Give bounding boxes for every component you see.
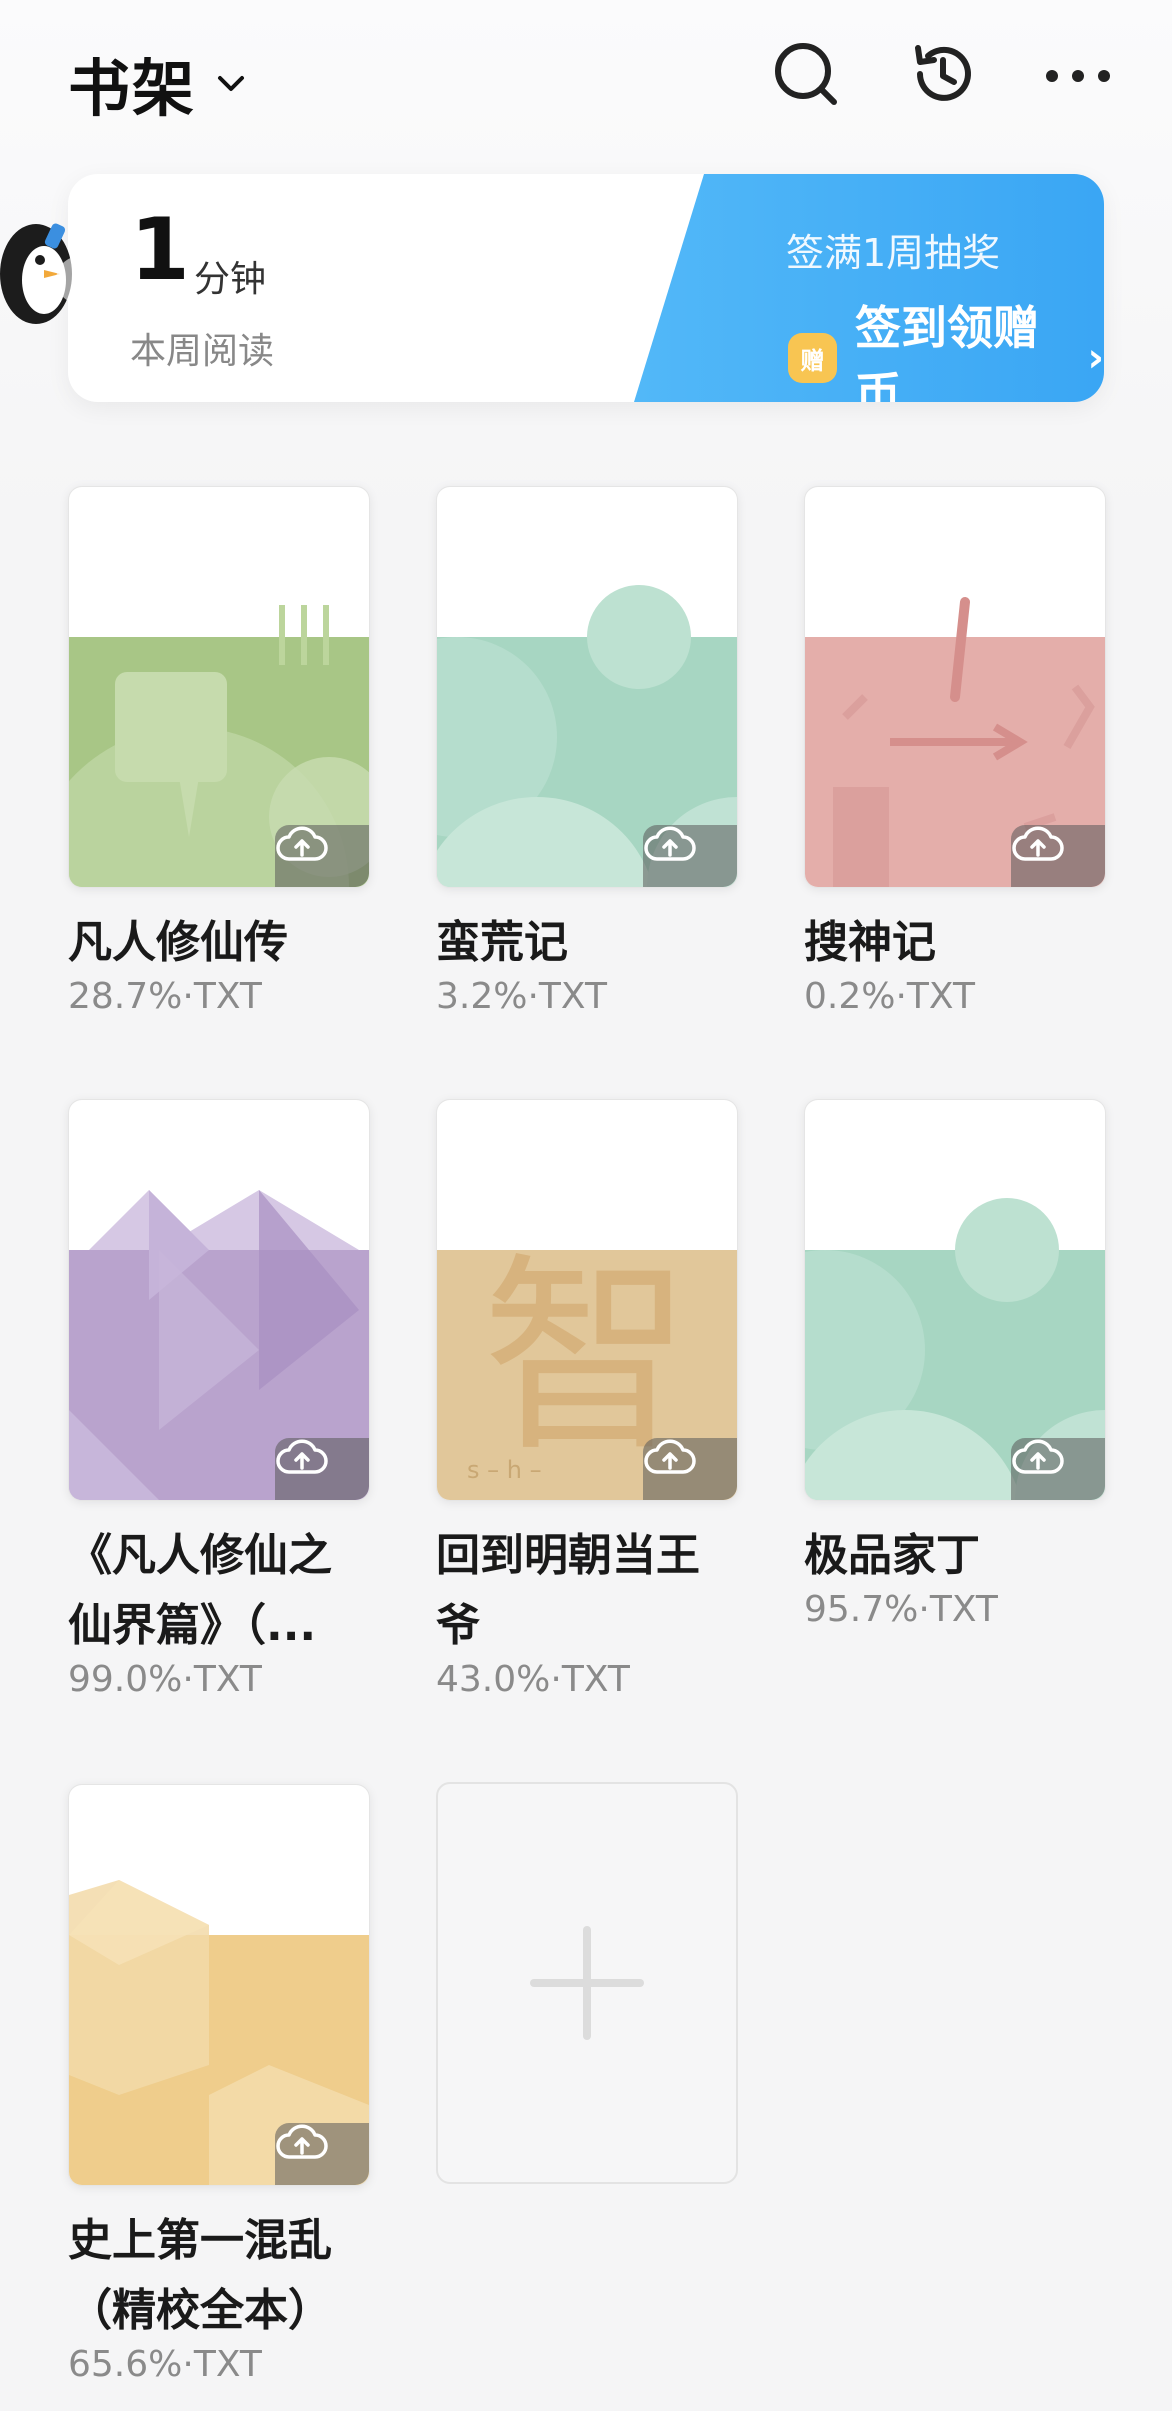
weekly-reading-card[interactable]: 1 分钟 本周阅读 签满1周抽奖 赠 签到领赠币 › [68,174,1104,402]
cloud-upload-icon [276,2124,328,2159]
plus-icon [530,1926,644,2040]
book-cover[interactable] [804,1099,1106,1501]
book-title: 搜神记 [804,917,936,968]
checkin-button[interactable]: 赠 签到领赠币 › [788,292,1104,402]
book-title: 凡人修仙传 [68,917,288,968]
more-options-icon[interactable] [1042,38,1114,110]
book-cover[interactable] [68,486,370,888]
reading-minutes: 1 [130,200,190,300]
chevron-down-icon [218,76,245,91]
add-book-button[interactable] [436,1782,738,2184]
book-item[interactable]: 搜神记 0.2%·TXT [804,486,1106,1017]
book-progress-format: 3.2%·TXT [436,976,607,1017]
chevron-right-icon: › [1087,335,1104,381]
book-cover[interactable] [804,486,1106,888]
book-cover[interactable] [68,1099,370,1501]
cloud-upload-icon [644,826,696,861]
book-cover[interactable] [436,486,738,888]
book-progress-format: 0.2%·TXT [804,976,975,1017]
cloud-upload-button[interactable] [1011,1438,1105,1500]
book-cover[interactable]: 智 s – h – [436,1099,738,1501]
book-progress-format: 28.7%·TXT [68,976,262,1017]
checkin-label: 签到领赠币 [854,301,1039,402]
cloud-upload-button[interactable] [275,825,369,887]
book-item[interactable]: 蛮荒记 3.2%·TXT [436,486,738,1017]
cloud-upload-button[interactable] [275,2123,369,2185]
weekly-reading-label: 本周阅读 [130,331,275,372]
history-icon[interactable] [906,38,978,110]
book-item[interactable]: 极品家丁 95.7%·TXT [804,1099,1106,1630]
penguin-mascot-icon[interactable] [0,210,100,338]
page-title: 书架 [68,52,197,125]
cloud-upload-button[interactable] [275,1438,369,1500]
cloud-upload-icon [644,1439,696,1474]
book-title: 蛮荒记 [436,917,568,968]
cloud-upload-icon [276,826,328,861]
book-title: 极品家丁 [804,1530,980,1581]
book-progress-format: 95.7%·TXT [804,1589,998,1630]
book-title: 回到明朝当王爷 [436,1530,700,1651]
book-title: 史上第一混乱（精校全本） [68,2215,332,2336]
book-cover[interactable] [68,1784,370,2186]
book-item[interactable]: 智 s – h – 回到明朝当王爷 43.0%·TXT [436,1099,738,1700]
book-progress-format: 99.0%·TXT [68,1659,262,1700]
book-progress-format: 43.0%·TXT [436,1659,630,1700]
promo-subtitle: 签满1周抽奖 [786,231,1001,275]
cloud-upload-button[interactable] [643,825,737,887]
book-item[interactable]: 凡人修仙传 28.7%·TXT [68,486,370,1017]
book-item[interactable]: 《凡人修仙之仙界篇》（... 99.0%·TXT [68,1099,370,1700]
book-item[interactable]: 史上第一混乱（精校全本） 65.6%·TXT [68,1784,370,2385]
cover-decor-letters: s – h – [467,1456,542,1484]
cloud-upload-button[interactable] [1011,825,1105,887]
app-header: 书架 [0,0,1172,150]
coin-gift-icon: 赠 [788,333,837,383]
cloud-upload-icon [1012,826,1064,861]
book-progress-format: 65.6%·TXT [68,2344,262,2385]
cloud-upload-button[interactable] [643,1438,737,1500]
search-icon[interactable] [770,38,842,110]
cloud-upload-icon [1012,1439,1064,1474]
bookshelf-title-dropdown[interactable]: 书架 [68,38,248,128]
minutes-unit: 分钟 [194,259,267,300]
cloud-upload-icon [276,1439,328,1474]
book-title: 《凡人修仙之仙界篇》（... [68,1530,332,1651]
